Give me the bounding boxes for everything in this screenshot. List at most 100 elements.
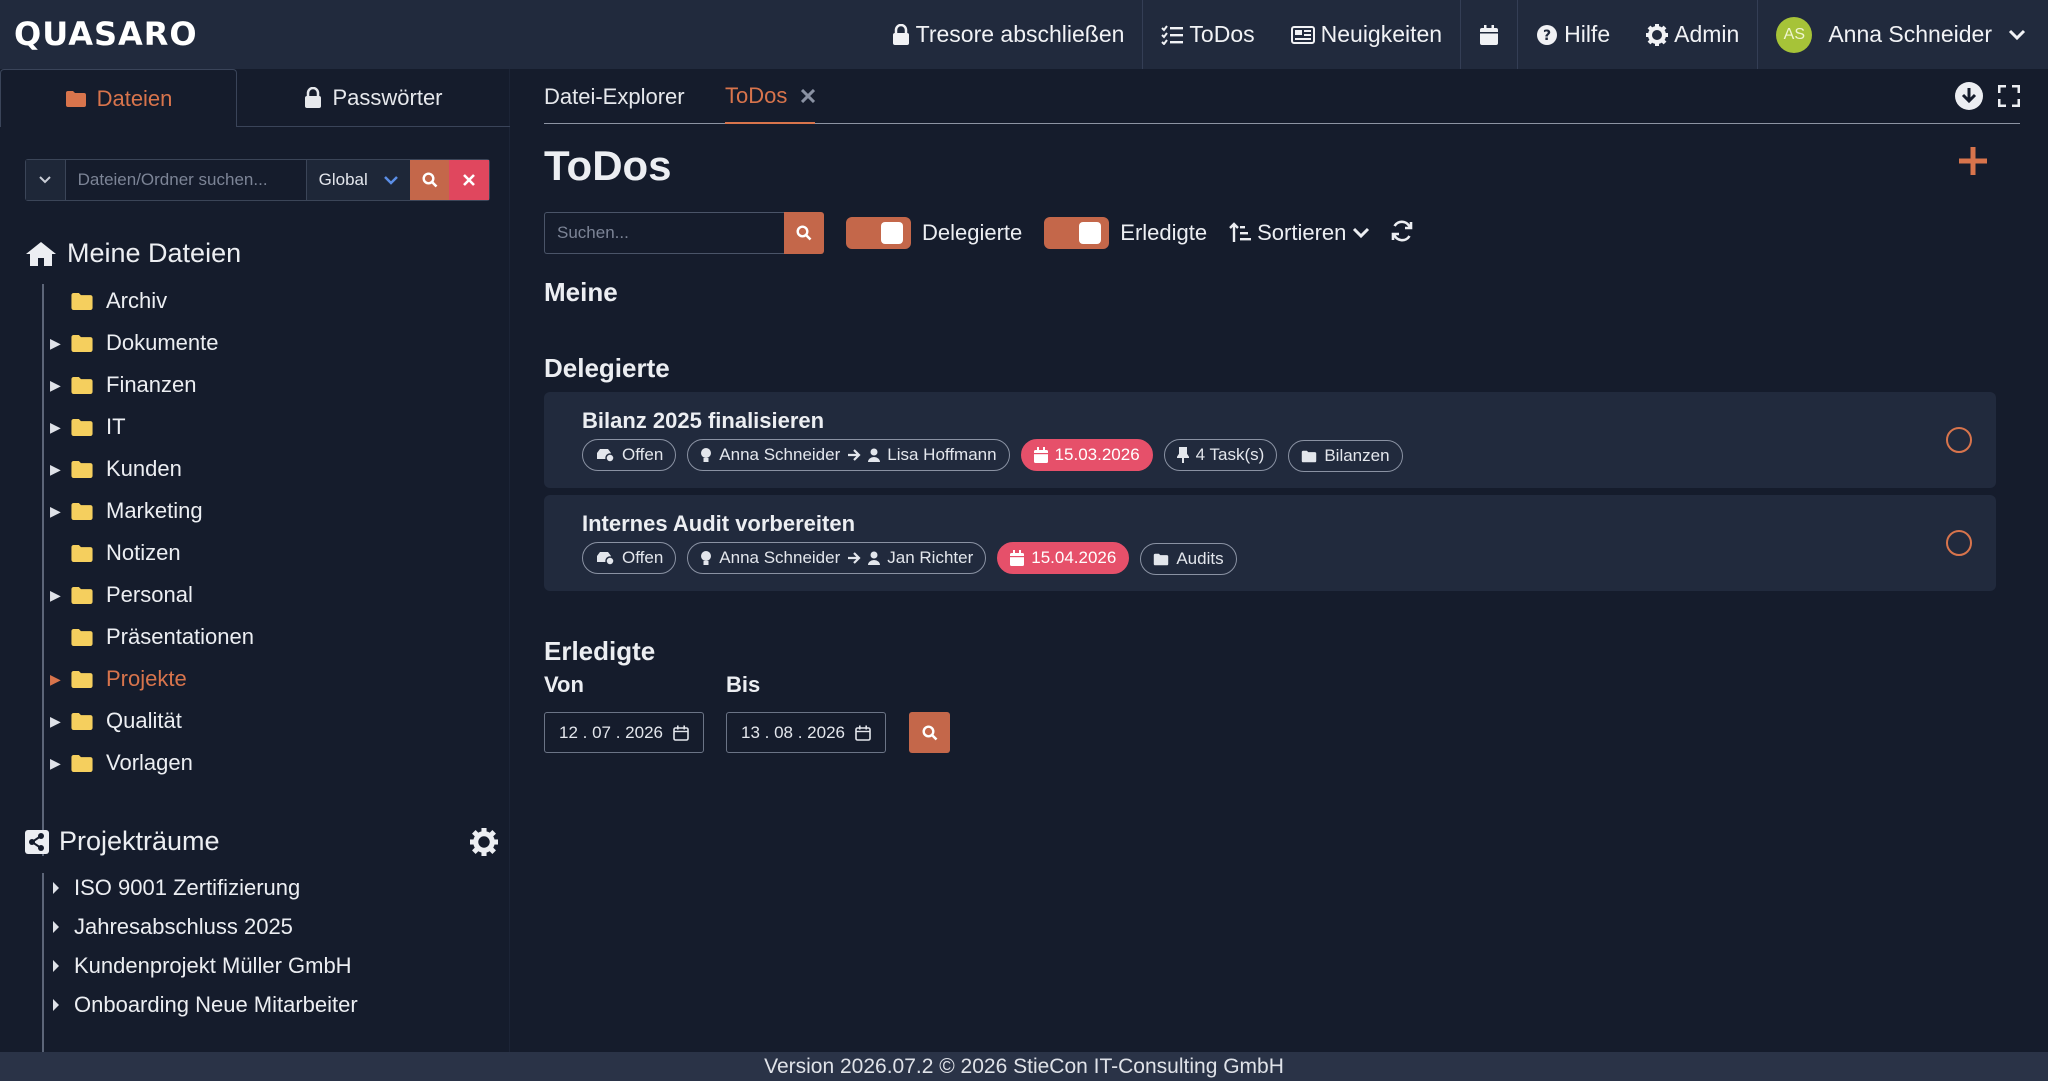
caret-right-icon[interactable] bbox=[52, 998, 60, 1012]
folder-item[interactable]: ▶ Personal bbox=[50, 580, 193, 610]
caret-right-icon[interactable]: ▶ bbox=[50, 461, 66, 478]
help-button[interactable]: ? Hilfe bbox=[1518, 0, 1628, 69]
date-range-search-button[interactable] bbox=[909, 712, 950, 753]
tab-files-label: Dateien bbox=[96, 85, 173, 111]
caret-right-icon[interactable] bbox=[52, 920, 60, 934]
sort-dropdown[interactable]: Sortieren bbox=[1229, 220, 1370, 246]
from-date-input[interactable]: 12 . 07 . 2026 bbox=[544, 712, 704, 753]
folder-item[interactable]: ▶ Finanzen bbox=[50, 370, 197, 400]
folder-label: Archiv bbox=[106, 288, 168, 313]
folder-item[interactable]: ▶ Marketing bbox=[50, 496, 203, 526]
folder-item[interactable]: ▶ Projekte bbox=[50, 664, 187, 694]
folder-icon bbox=[70, 544, 94, 563]
sort-label: Sortieren bbox=[1257, 220, 1347, 245]
caret-right-icon[interactable] bbox=[52, 959, 60, 973]
folder-item[interactable]: ▶ Qualität bbox=[50, 706, 182, 736]
folder-icon bbox=[70, 586, 94, 605]
caret-right-icon[interactable]: ▶ bbox=[50, 419, 66, 436]
folder-item[interactable]: ▶ Vorlagen bbox=[50, 748, 193, 778]
status-text: Offen bbox=[622, 445, 664, 464]
close-icon bbox=[463, 174, 476, 186]
calendar-button[interactable] bbox=[1461, 0, 1517, 69]
todo-search-input[interactable] bbox=[544, 212, 784, 254]
plus-icon bbox=[1957, 145, 1989, 177]
calendar-icon bbox=[1033, 447, 1048, 463]
calendar-icon[interactable] bbox=[855, 725, 871, 741]
main-tab-bar: Datei-Explorer ToDos bbox=[544, 69, 2020, 124]
complete-todo-checkbox[interactable] bbox=[1946, 530, 1972, 556]
complete-todo-checkbox[interactable] bbox=[1946, 427, 1972, 453]
folder-name: Audits bbox=[1176, 549, 1224, 568]
search-icon bbox=[921, 724, 938, 741]
folder-label: Notizen bbox=[106, 540, 181, 565]
folder-label: Personal bbox=[106, 582, 193, 607]
folder-icon bbox=[1153, 553, 1169, 566]
project-room-item[interactable]: ISO 9001 Zertifizierung bbox=[52, 873, 300, 903]
delegated-toggle[interactable] bbox=[846, 217, 911, 249]
fullscreen-icon[interactable] bbox=[1998, 85, 2020, 107]
folder-item[interactable]: ▶ IT bbox=[50, 412, 126, 442]
caret-right-icon[interactable] bbox=[52, 881, 60, 895]
folder-item[interactable]: ▶ Kunden bbox=[50, 454, 182, 484]
room-settings-gear-icon[interactable] bbox=[470, 828, 498, 856]
tab-passwords[interactable]: Passwörter bbox=[237, 69, 510, 127]
folder-item[interactable]: Archiv bbox=[50, 286, 167, 316]
folder-icon bbox=[70, 628, 94, 647]
nav-news-label: Neuigkeiten bbox=[1320, 21, 1443, 47]
todo-search-button[interactable] bbox=[784, 212, 824, 254]
folder-item[interactable]: Präsentationen bbox=[50, 622, 254, 652]
folder-badge[interactable]: Bilanzen bbox=[1288, 440, 1403, 472]
chevron-down-icon bbox=[1352, 227, 1370, 239]
file-search-clear-button[interactable] bbox=[449, 160, 489, 200]
caret-right-icon[interactable]: ▶ bbox=[50, 503, 66, 520]
svg-text:?: ? bbox=[1543, 28, 1551, 44]
group-delegated-title: Delegierte bbox=[544, 353, 670, 383]
nav-news-button[interactable]: Neuigkeiten bbox=[1273, 0, 1460, 69]
folder-item[interactable]: ▶ Dokumente bbox=[50, 328, 219, 358]
tab-todos[interactable]: ToDos bbox=[725, 69, 816, 124]
to-date-input[interactable]: 13 . 08 . 2026 bbox=[726, 712, 886, 753]
done-toggle-label: Erledigte bbox=[1120, 220, 1208, 245]
caret-right-icon[interactable]: ▶ bbox=[50, 671, 66, 688]
help-label: Hilfe bbox=[1564, 21, 1611, 47]
search-scope-select[interactable]: Global bbox=[305, 160, 410, 200]
project-room-item[interactable]: Onboarding Neue Mitarbeiter bbox=[52, 990, 358, 1020]
download-circle-icon[interactable] bbox=[1954, 81, 1984, 111]
todo-card[interactable]: Bilanz 2025 finalisieren Offen Anna Schn… bbox=[544, 392, 1996, 488]
file-search-input[interactable] bbox=[65, 160, 306, 200]
caret-right-icon[interactable]: ▶ bbox=[50, 713, 66, 730]
tab-file-explorer[interactable]: Datei-Explorer bbox=[544, 69, 685, 124]
tab-files[interactable]: Dateien bbox=[0, 69, 237, 127]
project-room-label: Jahresabschluss 2025 bbox=[74, 914, 293, 939]
caret-right-icon[interactable]: ▶ bbox=[50, 587, 66, 604]
caret-right-icon[interactable]: ▶ bbox=[50, 755, 66, 772]
refresh-icon bbox=[1390, 219, 1414, 243]
folder-badge[interactable]: Audits bbox=[1140, 543, 1237, 575]
my-files-heading[interactable]: Meine Dateien bbox=[25, 238, 241, 269]
done-toggle[interactable] bbox=[1044, 217, 1110, 249]
project-rooms-heading[interactable]: Projekträume bbox=[25, 826, 220, 857]
search-options-toggle[interactable] bbox=[26, 160, 66, 200]
calendar-icon[interactable] bbox=[673, 725, 689, 741]
todo-filters: Delegierte Erledigte Sortieren bbox=[544, 212, 1414, 254]
project-room-item[interactable]: Kundenprojekt Müller GmbH bbox=[52, 951, 352, 981]
status-open-icon bbox=[595, 447, 615, 463]
app-logo[interactable]: QUASARO bbox=[14, 14, 198, 54]
project-room-item[interactable]: Jahresabschluss 2025 bbox=[52, 912, 293, 942]
nav-todos-button[interactable]: ToDos bbox=[1143, 0, 1272, 69]
caret-right-icon[interactable]: ▶ bbox=[50, 335, 66, 352]
todo-card[interactable]: Internes Audit vorbereiten Offen Anna Sc… bbox=[544, 495, 1996, 591]
file-search-button[interactable] bbox=[409, 160, 450, 200]
caret-right-icon[interactable]: ▶ bbox=[50, 377, 66, 394]
close-tab-icon[interactable] bbox=[801, 88, 816, 103]
lock-vaults-button[interactable]: Tresore abschließen bbox=[874, 0, 1143, 69]
assignment-from: Anna Schneider bbox=[719, 445, 841, 464]
user-menu[interactable]: AS Anna Schneider bbox=[1758, 0, 2048, 69]
folder-label: Präsentationen bbox=[106, 624, 254, 649]
user-name: Anna Schneider bbox=[1828, 21, 1992, 47]
add-todo-button[interactable] bbox=[1957, 145, 1989, 181]
folder-item[interactable]: Notizen bbox=[50, 538, 181, 568]
refresh-button[interactable] bbox=[1390, 219, 1414, 248]
admin-button[interactable]: Admin bbox=[1628, 0, 1757, 69]
file-search-bar: Global bbox=[25, 159, 490, 201]
